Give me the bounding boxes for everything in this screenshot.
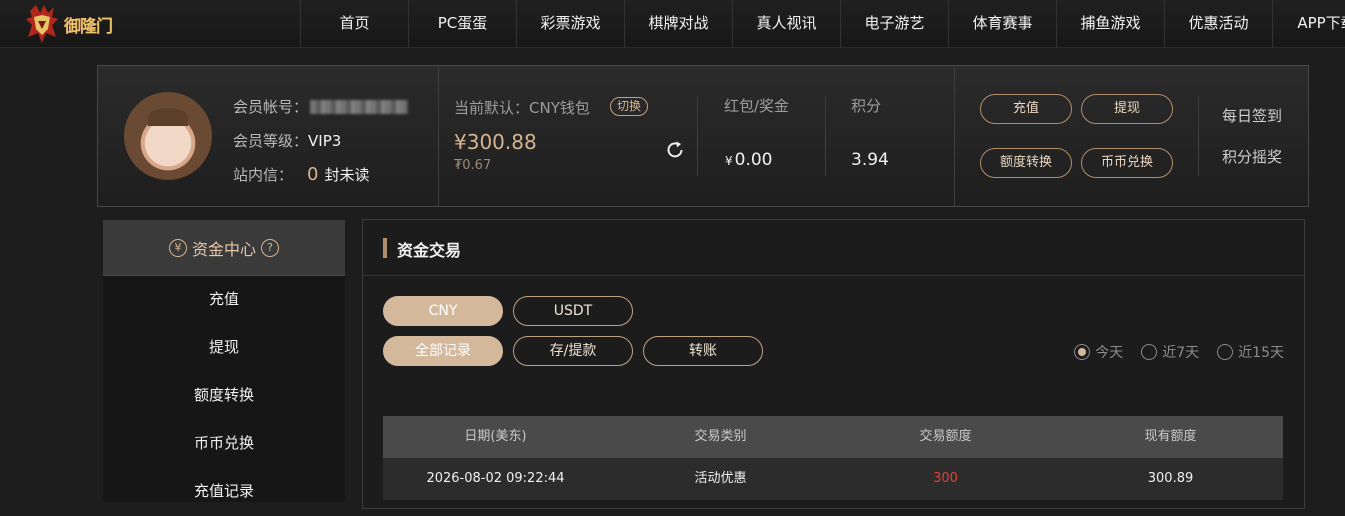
inbox-row[interactable]: 站内信： 0 封未读 [233,158,408,192]
nav-live-casino[interactable]: 真人视讯 [732,0,840,48]
level-label: 会员等级： [233,132,309,150]
page-title: 资金交易 [397,241,462,260]
transactions-table: 日期(美东) 交易类别 交易额度 现有额度 2026-08-02 09:22:4… [383,416,1283,500]
header-amount: 交易额度 [919,429,972,444]
range-label: 近7天 [1162,345,1200,361]
level-value: VIP3 [308,132,342,150]
exchange-button[interactable]: 币币兑换 [1081,148,1173,178]
withdraw-button[interactable]: 提现 [1081,94,1173,124]
transfer-button[interactable]: 额度转换 [980,148,1072,178]
nav-fishing[interactable]: 捕鱼游戏 [1056,0,1164,48]
cell-date: 2026-08-02 09:22:44 [426,471,565,486]
nav-promotions[interactable]: 优惠活动 [1164,0,1272,48]
stat-separator [825,96,826,176]
inbox-label: 站内信： [233,166,294,184]
header-type: 交易类别 [694,429,747,444]
cell-type: 活动优惠 [694,471,747,486]
nav-pc-egg[interactable]: PC蛋蛋 [408,0,516,48]
nav-sports[interactable]: 体育赛事 [948,0,1056,48]
funds-sidebar: ¥ 资金中心 ? 充值 提现 额度转换 币币兑换 充值记录 [103,220,345,502]
cell-balance: 300.89 [1147,471,1194,486]
nav-app-download[interactable]: APP下载 [1272,0,1345,48]
level-row: 会员等级： VIP3 [233,124,408,158]
range-7-days[interactable]: 近7天 [1141,342,1199,362]
range-label: 近15天 [1238,345,1284,361]
header-balance: 现有额度 [1144,429,1197,444]
sidebar-item-recharge[interactable]: 充值 [103,276,345,324]
wallet-balance: ¥300.88 [454,130,537,154]
tab-deposit-withdraw[interactable]: 存/提款 [513,336,633,366]
yuan-coin-icon: ¥ [168,238,187,257]
sidebar-item-recharge-history[interactable]: 充值记录 [103,468,345,516]
radio-unchecked-icon [1217,344,1234,360]
stat-separator [697,96,698,176]
bonus-value: ¥0.00 [725,150,773,170]
bonus-currency: ¥ [725,154,733,168]
sidebar-header: ¥ 资金中心 ? [103,220,345,276]
account-label: 会员帐号： [233,98,309,116]
tab-usdt[interactable]: USDT [513,296,633,326]
points-lottery-link[interactable]: 积分摇奖 [1222,146,1282,167]
main-nav: 首页 PC蛋蛋 彩票游戏 棋牌对战 真人视讯 电子游艺 体育赛事 捕鱼游戏 优惠… [300,0,1345,48]
panel-divider [954,66,955,206]
transactions-panel: 资金交易 CNY USDT 全部记录 存/提款 转账 今天 近7天 近15天 日… [362,219,1305,509]
tab-transfer[interactable]: 转账 [643,336,763,366]
table-header: 日期(美东) 交易类别 交易额度 现有额度 [383,416,1283,458]
daily-signin-link[interactable]: 每日签到 [1222,105,1282,126]
unread-suffix: 封未读 [324,166,370,184]
wallet-switch-button[interactable]: 切换 [610,97,649,116]
points-label: 积分 [851,97,882,115]
unread-count: 0 [307,164,319,185]
bonus-amount: 0.00 [734,150,773,170]
account-row: 会员帐号： [233,90,409,124]
sidebar-item-transfer[interactable]: 额度转换 [103,372,345,420]
tab-cny[interactable]: CNY [383,296,503,326]
panel-header: 资金交易 [363,220,1304,276]
usdt-balance: ₮0.67 [454,158,492,173]
wallet-title: 当前默认：CNY钱包 [454,99,590,117]
nav-slots[interactable]: 电子游艺 [840,0,948,48]
brand-name: 御隆门 [64,16,113,37]
tab-all-records[interactable]: 全部记录 [383,336,503,366]
sidebar-item-withdraw[interactable]: 提现 [103,324,345,372]
account-masked-value [310,100,409,114]
user-summary-panel: 会员帐号： 会员等级： VIP3 站内信： 0 封未读 当前默认：CNY钱包 切… [97,65,1309,207]
cell-amount: 300 [933,471,958,486]
panel-divider [438,66,439,206]
range-15-days[interactable]: 近15天 [1217,342,1284,362]
sidebar-item-exchange[interactable]: 币币兑换 [103,420,345,468]
dragon-logo-icon [26,5,58,43]
points-value: 3.94 [851,150,889,170]
bonus-label: 红包/奖金 [724,97,790,115]
refresh-icon[interactable] [664,139,686,161]
brand-logo[interactable]: 御隆门 [22,3,132,45]
sidebar-title: 资金中心 [191,239,256,259]
top-navbar: 御隆门 首页 PC蛋蛋 彩票游戏 棋牌对战 真人视讯 电子游艺 体育赛事 捕鱼游… [0,0,1345,48]
radio-checked-icon [1074,344,1091,360]
date-range-filter: 今天 近7天 近15天 [1056,342,1284,362]
nav-chess-cards[interactable]: 棋牌对战 [624,0,732,48]
radio-unchecked-icon [1141,344,1158,360]
recharge-button[interactable]: 充值 [980,94,1072,124]
header-date: 日期(美东) [464,429,527,444]
table-row: 2026-08-02 09:22:44 活动优惠 300 300.89 [383,458,1283,500]
action-separator [1198,96,1199,176]
nav-lottery[interactable]: 彩票游戏 [516,0,624,48]
user-info: 会员帐号： 会员等级： VIP3 站内信： 0 封未读 [233,90,409,192]
help-icon[interactable]: ? [261,238,279,257]
range-today[interactable]: 今天 [1074,342,1123,362]
nav-home[interactable]: 首页 [300,0,408,48]
range-label: 今天 [1095,345,1124,361]
avatar[interactable] [124,92,212,180]
